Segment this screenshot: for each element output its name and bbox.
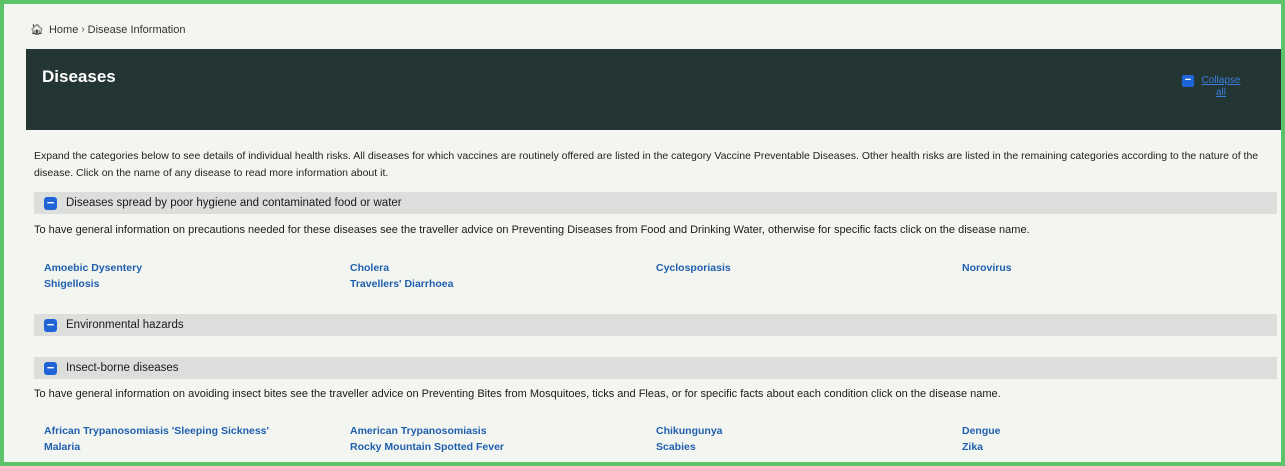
minus-box-icon: − (1182, 75, 1194, 87)
disease-link-malaria[interactable]: Malaria (44, 440, 350, 454)
disease-list-insect-borne: African Trypanosomiasis 'Sleeping Sickne… (44, 424, 1264, 454)
section-title: Environmental hazards (66, 319, 184, 331)
disease-link-cyclosporiasis[interactable]: Cyclosporiasis (656, 261, 962, 275)
section-header-food-water[interactable]: − Diseases spread by poor hygiene and co… (34, 192, 1277, 214)
disease-link-norovirus[interactable]: Norovirus (962, 261, 1264, 275)
disease-link-dengue[interactable]: Dengue (962, 424, 1264, 438)
section-description: To have general information on avoiding … (34, 388, 1001, 400)
page-title: Diseases (42, 67, 116, 86)
disease-link-amoebic-dysentery[interactable]: Amoebic Dysentery (44, 261, 350, 275)
breadcrumb-separator: › (81, 24, 85, 35)
breadcrumb: 🏠︎ Home › Disease Information (30, 23, 186, 37)
minus-box-icon[interactable]: − (44, 196, 57, 210)
disease-link-zika[interactable]: Zika (962, 440, 1264, 454)
home-icon[interactable]: 🏠︎ (30, 23, 44, 36)
section-title: Diseases spread by poor hygiene and cont… (66, 197, 402, 209)
disease-list-food-water: Amoebic Dysentery Cholera Cyclosporiasis… (44, 261, 1264, 291)
disease-link-african-trypanosomiasis[interactable]: African Trypanosomiasis 'Sleeping Sickne… (44, 424, 350, 438)
disease-link-scabies[interactable]: Scabies (656, 440, 962, 454)
disease-link-american-trypanosomiasis[interactable]: American Trypanosomiasis (350, 424, 656, 438)
minus-box-icon[interactable]: − (44, 318, 57, 332)
disease-link-chikungunya[interactable]: Chikungunya (656, 424, 962, 438)
intro-text: Expand the categories below to see detai… (34, 150, 1259, 179)
disease-link-rocky-mountain-spotted-fever[interactable]: Rocky Mountain Spotted Fever (350, 440, 656, 454)
disease-link-travellers-diarrhoea[interactable]: Travellers' Diarrhoea (350, 277, 656, 291)
disease-link-shigellosis[interactable]: Shigellosis (44, 277, 350, 291)
page-banner: Diseases − Collapse all (26, 49, 1281, 130)
section-title: Insect-borne diseases (66, 362, 179, 374)
disease-link-cholera[interactable]: Cholera (350, 261, 656, 275)
minus-box-icon[interactable]: − (44, 361, 57, 375)
collapse-all-label[interactable]: Collapse all (1196, 75, 1246, 99)
section-header-environmental[interactable]: − Environmental hazards (34, 314, 1277, 336)
section-header-insect-borne[interactable]: − Insect-borne diseases (34, 357, 1277, 379)
page-frame: 🏠︎ Home › Disease Information Diseases −… (0, 0, 1285, 466)
section-description: To have general information on precautio… (34, 224, 1030, 236)
collapse-all-button[interactable]: − Collapse all (1182, 75, 1252, 99)
breadcrumb-current: Disease Information (87, 23, 186, 36)
breadcrumb-home-link[interactable]: Home (49, 24, 78, 36)
